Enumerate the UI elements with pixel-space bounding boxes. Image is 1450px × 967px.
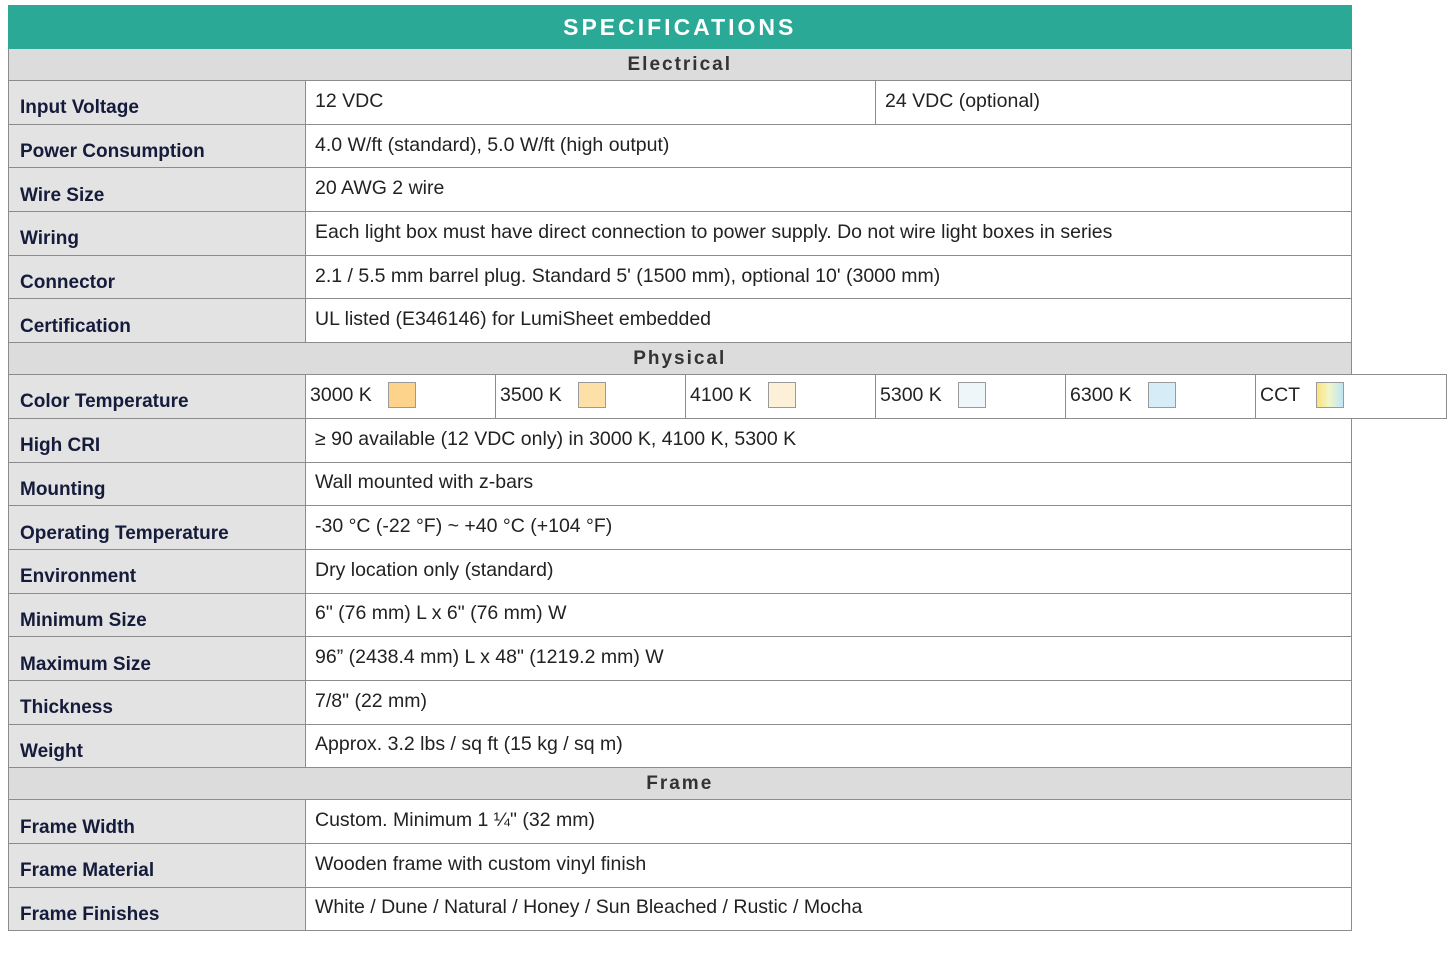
spec-value: White / Dune / Natural / Honey / Sun Ble… xyxy=(305,886,1352,931)
spec-value: 7/8" (22 mm) xyxy=(305,679,1352,725)
specifications-sheet: SPECIFICATIONS Electrical Input Voltage … xyxy=(8,5,1447,931)
spec-label: Wiring xyxy=(8,211,306,256)
spec-label: High CRI xyxy=(8,417,306,463)
spec-label: Weight xyxy=(8,723,306,769)
spec-value: Dry location only (standard) xyxy=(305,548,1352,594)
specifications-table: SPECIFICATIONS Electrical Input Voltage … xyxy=(8,5,1447,931)
spec-label: Input Voltage xyxy=(8,80,306,125)
spec-row-connector: Connector 2.1 / 5.5 mm barrel plug. Stan… xyxy=(8,254,1447,300)
spec-value: Approx. 3.2 lbs / sq ft (15 kg / sq m) xyxy=(305,723,1352,769)
spec-row-certification: Certification UL listed (E346146) for Lu… xyxy=(8,298,1447,344)
spec-label: Mounting xyxy=(8,461,306,507)
spec-value: Custom. Minimum 1 ¼" (32 mm) xyxy=(305,799,1352,844)
section-header-frame: Frame xyxy=(8,767,1447,801)
spec-value: 4.0 W/ft (standard), 5.0 W/ft (high outp… xyxy=(305,123,1352,169)
spec-label: Certification xyxy=(8,298,306,344)
spec-value: Wooden frame with custom vinyl finish xyxy=(305,843,1352,888)
spec-row-operating-temperature: Operating Temperature -30 °C (-22 °F) ~ … xyxy=(8,505,1447,550)
color-option-4100k: 4100 K xyxy=(685,374,876,419)
color-option-3500k: 3500 K xyxy=(495,374,686,419)
spec-row-color-temperature: Color Temperature 3000 K 3500 K 4100 K 5… xyxy=(8,374,1447,419)
page-title: SPECIFICATIONS xyxy=(8,5,1352,49)
title-row: SPECIFICATIONS xyxy=(8,5,1447,49)
color-option-cct: CCT xyxy=(1255,374,1447,419)
spec-value: 20 AWG 2 wire xyxy=(305,167,1352,213)
color-option-label: 4100 K xyxy=(690,383,752,406)
spec-row-mounting: Mounting Wall mounted with z-bars xyxy=(8,461,1447,507)
color-swatch-cct xyxy=(1316,382,1345,409)
spec-row-input-voltage: Input Voltage 12 VDC 24 VDC (optional) xyxy=(8,80,1447,125)
color-swatch-5300k xyxy=(957,382,986,409)
spec-value: ≥ 90 available (12 VDC only) in 3000 K, … xyxy=(305,417,1352,463)
spec-label: Wire Size xyxy=(8,167,306,213)
color-option-5300k: 5300 K xyxy=(875,374,1066,419)
spec-row-wiring: Wiring Each light box must have direct c… xyxy=(8,211,1447,256)
spec-label: Maximum Size xyxy=(8,636,306,681)
spec-value: 96” (2438.4 mm) L x 48" (1219.2 mm) W xyxy=(305,636,1352,681)
spec-label: Frame Material xyxy=(8,843,306,888)
spec-value-12vdc: 12 VDC xyxy=(305,80,876,125)
spec-row-frame-width: Frame Width Custom. Minimum 1 ¼" (32 mm) xyxy=(8,799,1447,844)
spec-value: UL listed (E346146) for LumiSheet embedd… xyxy=(305,298,1352,344)
color-option-label: 6300 K xyxy=(1070,383,1132,406)
color-option-label: 3000 K xyxy=(310,383,372,406)
spec-value: 2.1 / 5.5 mm barrel plug. Standard 5' (1… xyxy=(305,254,1352,300)
section-heading-physical: Physical xyxy=(8,342,1352,376)
spec-value: Each light box must have direct connecti… xyxy=(305,211,1352,256)
color-option-label: 3500 K xyxy=(500,383,562,406)
color-option-label: 5300 K xyxy=(880,383,942,406)
color-option-3000k: 3000 K xyxy=(305,374,496,419)
color-swatch-6300k xyxy=(1147,382,1176,409)
spec-label: Frame Width xyxy=(8,799,306,844)
section-header-physical: Physical xyxy=(8,342,1447,376)
spec-row-weight: Weight Approx. 3.2 lbs / sq ft (15 kg / … xyxy=(8,723,1447,769)
color-swatch-4100k xyxy=(767,382,796,409)
spec-row-power-consumption: Power Consumption 4.0 W/ft (standard), 5… xyxy=(8,123,1447,169)
spec-row-maximum-size: Maximum Size 96” (2438.4 mm) L x 48" (12… xyxy=(8,636,1447,681)
spec-label: Connector xyxy=(8,254,306,300)
section-header-electrical: Electrical xyxy=(8,48,1447,81)
spec-value-24vdc: 24 VDC (optional) xyxy=(875,80,1352,125)
spec-value: Wall mounted with z-bars xyxy=(305,461,1352,507)
color-option-label: CCT xyxy=(1260,383,1301,406)
spec-row-frame-finishes: Frame Finishes White / Dune / Natural / … xyxy=(8,886,1447,931)
spec-row-environment: Environment Dry location only (standard) xyxy=(8,548,1447,594)
spec-label: Color Temperature xyxy=(8,374,306,419)
spec-label: Frame Finishes xyxy=(8,886,306,931)
color-swatch-3500k xyxy=(577,382,606,409)
spec-row-wire-size: Wire Size 20 AWG 2 wire xyxy=(8,167,1447,213)
section-heading-frame: Frame xyxy=(8,767,1352,801)
spec-label: Minimum Size xyxy=(8,592,306,638)
color-swatch-3000k xyxy=(387,382,416,409)
spec-row-thickness: Thickness 7/8" (22 mm) xyxy=(8,679,1447,725)
spec-row-high-cri: High CRI ≥ 90 available (12 VDC only) in… xyxy=(8,417,1447,463)
spec-label: Environment xyxy=(8,548,306,594)
spec-label: Power Consumption xyxy=(8,123,306,169)
color-option-6300k: 6300 K xyxy=(1065,374,1256,419)
spec-row-frame-material: Frame Material Wooden frame with custom … xyxy=(8,843,1447,888)
spec-value: -30 °C (-22 °F) ~ +40 °C (+104 °F) xyxy=(305,505,1352,550)
spec-label: Operating Temperature xyxy=(8,505,306,550)
spec-row-minimum-size: Minimum Size 6" (76 mm) L x 6" (76 mm) W xyxy=(8,592,1447,638)
spec-label: Thickness xyxy=(8,679,306,725)
section-heading-electrical: Electrical xyxy=(8,48,1352,81)
spec-value: 6" (76 mm) L x 6" (76 mm) W xyxy=(305,592,1352,638)
